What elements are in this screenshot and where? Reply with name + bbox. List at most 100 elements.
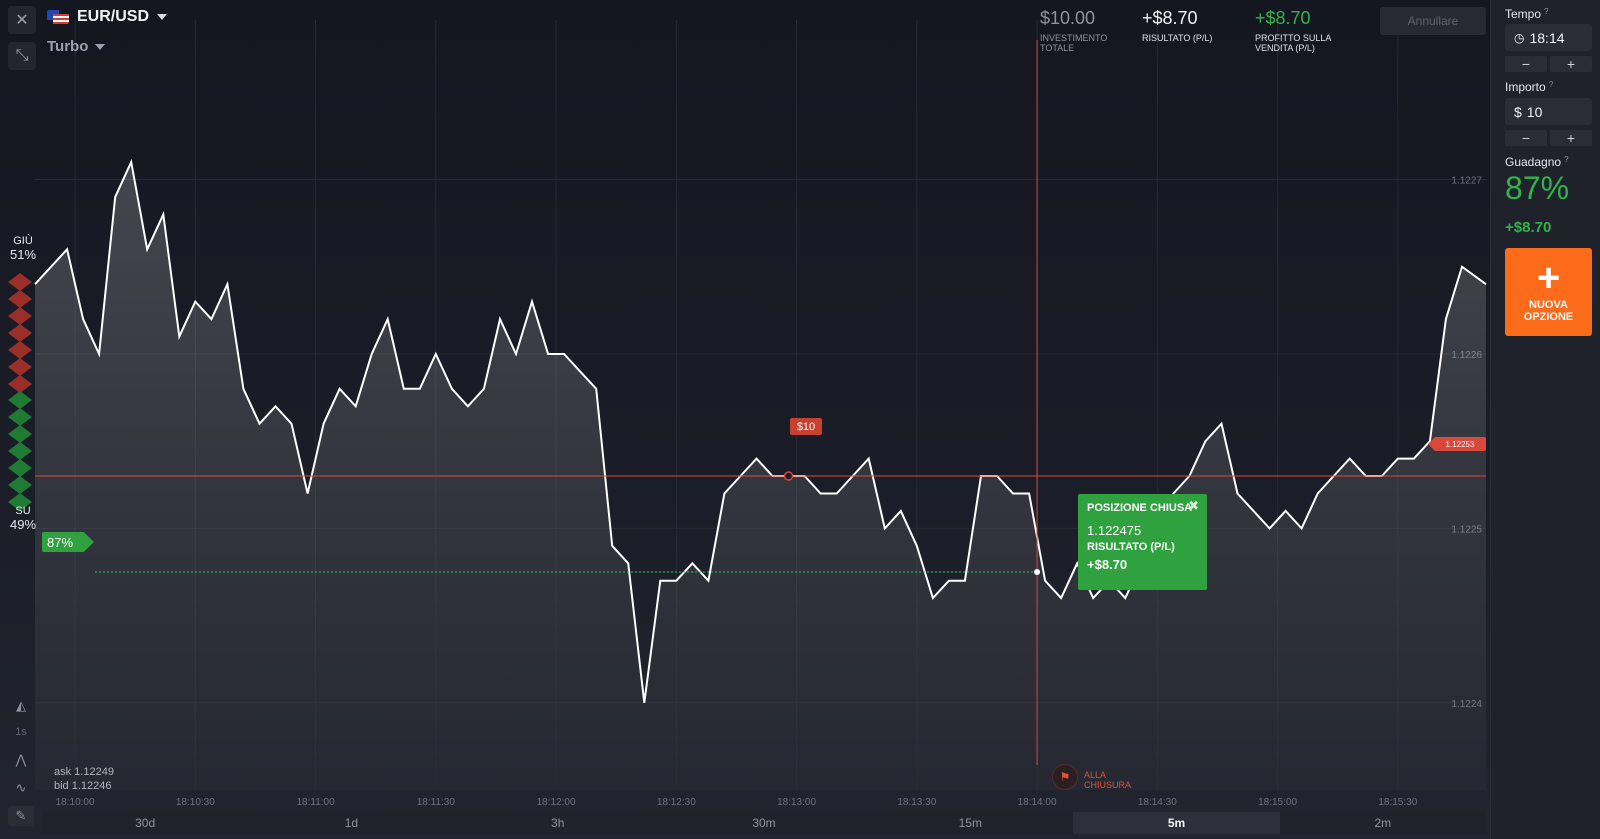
result-stat: +$8.70 RISULTATO (P/L) <box>1142 8 1212 43</box>
amount-increase-button[interactable]: + <box>1550 130 1592 146</box>
timeframe-3h[interactable]: 3h <box>455 812 661 834</box>
close-icon[interactable]: ✖ <box>1188 498 1199 514</box>
x-tick-label: 18:13:30 <box>897 797 936 808</box>
total-investment-label: INVESTIMENTO TOTALE <box>1040 33 1108 53</box>
sentiment-chevron <box>8 476 32 494</box>
down-sentiment: GIÙ 51% <box>8 235 38 262</box>
timeframe-30d[interactable]: 30d <box>42 812 248 834</box>
option-type-label: Turbo <box>47 38 89 55</box>
payout-tag: 87% <box>42 532 94 552</box>
x-tick-label: 18:13:00 <box>777 797 816 808</box>
clock-icon: ◷ <box>1514 30 1525 45</box>
sentiment-chevron <box>8 307 32 325</box>
gain-value: +$8.70 <box>1505 219 1552 236</box>
timeframe-bar: 30d 1d 3h 30m 15m 5m 2m <box>42 812 1486 834</box>
time-stepper: − + <box>1505 56 1592 72</box>
timeframe-2m[interactable]: 2m <box>1280 812 1486 834</box>
x-axis-ticks: 18:10:00 18:10:30 18:11:00 18:11:30 18:12:00… <box>56 797 1418 808</box>
sentiment-chevron <box>8 273 32 291</box>
down-percentage: 51% <box>9 247 37 262</box>
gain-label: Guadagno? <box>1505 155 1569 169</box>
sale-profit-label: PROFITTO SULLA VENDITA (P/L) <box>1255 33 1331 53</box>
x-tick-label: 18:11:00 <box>296 797 335 808</box>
x-tick-label: 18:12:30 <box>657 797 696 808</box>
result-label: RISULTATO (P/L) <box>1142 33 1213 43</box>
gain-percentage: 87% <box>1505 170 1570 206</box>
trading-app: 1.12271.12261.12251.1224 18:10:0018:10:3… <box>0 0 1600 839</box>
eur-usd-flag-icon <box>47 10 69 24</box>
x-tick-label: 18:14:00 <box>1018 797 1057 808</box>
help-icon[interactable]: ? <box>1544 7 1548 16</box>
result-value: +$8.70 <box>1142 8 1198 28</box>
entry-amount-tag: $10 <box>790 418 822 435</box>
price-chart[interactable]: 1.12271.12261.12251.1224 18:10:0018:10:3… <box>0 0 1490 839</box>
plus-icon: + <box>1536 256 1561 300</box>
interval-label[interactable]: 1s <box>8 726 34 738</box>
closed-position-popup: POSIZIONE CHIUSA ✖ 1.122475 RISULTATO (P… <box>1078 494 1207 590</box>
asset-name: EUR/USD <box>77 8 150 25</box>
indicators-icon[interactable]: ⋀ <box>8 752 34 768</box>
popup-result-value: +$8.70 <box>1087 557 1128 572</box>
timeframe-5m[interactable]: 5m <box>1073 812 1280 834</box>
close-chart-icon[interactable]: ✕ <box>8 6 36 34</box>
sentiment-chevron <box>8 442 32 460</box>
chevron-down-icon <box>157 14 168 20</box>
chart-type-icon[interactable]: ◭ <box>8 698 34 714</box>
help-icon[interactable]: ? <box>1564 155 1568 164</box>
trend-icon[interactable]: ∿ <box>8 780 34 796</box>
help-icon[interactable]: ? <box>1549 80 1553 89</box>
x-tick-label: 18:15:30 <box>1378 797 1417 808</box>
gain-label-text: Guadagno <box>1505 155 1562 169</box>
timeframe-1d[interactable]: 1d <box>248 812 454 834</box>
sentiment-chevron <box>8 391 32 409</box>
asset-selector[interactable]: EUR/USD <box>47 8 168 26</box>
x-tick-label: 18:15:00 <box>1258 797 1297 808</box>
amount-decrease-button[interactable]: − <box>1505 130 1547 146</box>
option-type-selector[interactable]: Turbo <box>47 38 106 55</box>
expiry-time-value: 18:14 <box>1529 29 1565 46</box>
bid-price: bid 1.12246 <box>54 780 112 792</box>
cancel-button[interactable]: Annullare <box>1380 7 1486 35</box>
new-option-button[interactable]: + NUOVA OPZIONE <box>1505 248 1592 336</box>
current-price-tag: 1.12253 <box>1428 437 1486 451</box>
up-sentiment: SU 49% <box>8 505 38 532</box>
amount-value: 10 <box>1526 103 1543 120</box>
timeframe-30m[interactable]: 30m <box>661 812 867 834</box>
sale-profit-stat: +$8.70 PROFITTO SULLA VENDITA (P/L) <box>1255 8 1345 53</box>
popup-closing-price: 1.122475 <box>1087 523 1142 538</box>
pencil-icon[interactable]: ✎ <box>8 806 34 826</box>
chevron-down-icon <box>95 43 106 50</box>
sentiment-chevron <box>8 459 32 477</box>
expiry-time-field[interactable]: ◷ 18:14 <box>1505 24 1592 51</box>
y-tick-label: 1.1227 <box>1451 176 1482 187</box>
amount-label-text: Importo <box>1505 80 1546 94</box>
sentiment-chevron <box>8 341 32 359</box>
amount-label: Importo? <box>1505 80 1553 94</box>
amount-input[interactable]: $ 10 <box>1505 98 1592 125</box>
time-label: Tempo? <box>1505 7 1548 21</box>
time-decrease-button[interactable]: − <box>1505 56 1547 72</box>
time-increase-button[interactable]: + <box>1550 56 1592 72</box>
sentiment-bars <box>8 273 32 511</box>
x-tick-label: 18:14:30 <box>1138 797 1177 808</box>
ask-price: ask 1.12249 <box>54 766 114 778</box>
x-tick-label: 18:10:00 <box>56 797 95 808</box>
new-option-label: NUOVA OPZIONE <box>1523 299 1574 323</box>
flag-icon: ⚑ <box>1052 764 1078 790</box>
sale-profit-value: +$8.70 <box>1255 8 1311 28</box>
x-tick-label: 18:11:30 <box>417 797 456 808</box>
sentiment-chevron <box>8 290 32 308</box>
ask-bid-info: ask 1.12249 bid 1.12246 <box>54 765 114 793</box>
currency-symbol: $ <box>1514 103 1522 120</box>
collapse-icon[interactable]: ⤡ <box>8 42 36 70</box>
sentiment-chevron <box>8 375 32 393</box>
up-label: SU <box>15 505 31 517</box>
sentiment-chevron <box>8 425 32 443</box>
popup-title: POSIZIONE CHIUSA <box>1087 502 1193 514</box>
x-tick-label: 18:12:00 <box>537 797 576 808</box>
down-label: GIÙ <box>13 235 33 247</box>
timeframe-15m[interactable]: 15m <box>867 812 1073 834</box>
closure-label: ALLA CHIUSURA <box>1084 770 1132 790</box>
amount-stepper: − + <box>1505 130 1592 146</box>
up-percentage: 49% <box>9 517 37 532</box>
